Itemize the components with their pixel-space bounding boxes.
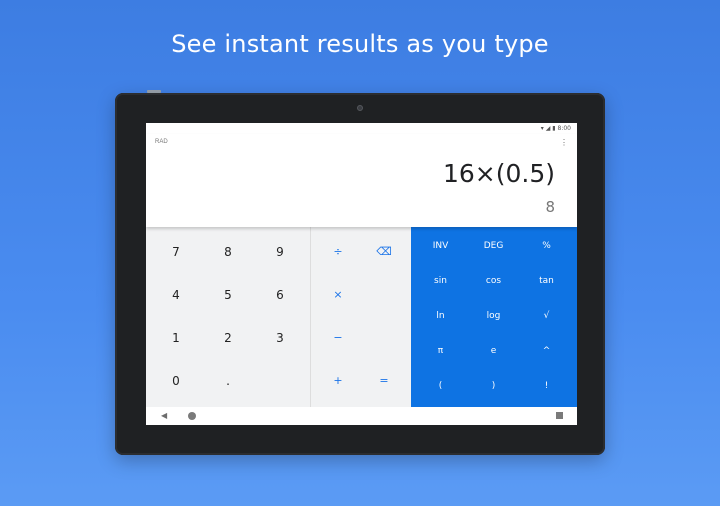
key-0[interactable]: 0 [149,359,203,402]
tablet-frame: ▾ ◢ ▮ 8:00 RAD ⋮ 16×(0.5) 8 7 8 9 4 5 6 … [115,93,605,455]
home-icon[interactable] [188,412,196,420]
camera-icon [357,105,363,111]
divide-button[interactable]: ÷ [313,230,363,273]
deg-button[interactable]: DEG [467,228,520,263]
sqrt-button[interactable]: √ [520,298,573,333]
key-decimal[interactable]: . [201,359,255,402]
tan-button[interactable]: tan [520,263,573,298]
cos-button[interactable]: cos [467,263,520,298]
navigation-bar: ◀ [146,407,577,425]
pi-button[interactable]: π [414,333,467,368]
status-bar: ▾ ◢ ▮ 8:00 [146,123,577,134]
key-5[interactable]: 5 [201,273,255,316]
signal-icon: ◢ [545,125,551,132]
factorial-button[interactable]: ! [520,368,573,403]
key-9[interactable]: 9 [253,230,307,273]
key-2[interactable]: 2 [201,316,255,359]
e-button[interactable]: e [467,333,520,368]
inv-button[interactable]: INV [414,228,467,263]
expression-field[interactable]: 16×(0.5) [443,159,555,188]
status-time: 8:00 [557,125,571,132]
key-7[interactable]: 7 [149,230,203,273]
keypad: 7 8 9 4 5 6 1 2 3 0 . ÷ ⌫ × − + = INV DE… [146,227,577,407]
wifi-icon: ▾ [540,125,544,132]
ln-button[interactable]: ln [414,298,467,333]
operator-pad: ÷ ⌫ × − + = [310,227,411,407]
battery-icon: ▮ [552,125,556,132]
equals-button[interactable]: = [359,359,409,402]
result-preview: 8 [545,198,555,216]
status-icons: ▾ ◢ ▮ 8:00 [541,125,571,132]
headline: See instant results as you type [171,30,549,58]
calculator-screen: ▾ ◢ ▮ 8:00 RAD ⋮ 16×(0.5) 8 7 8 9 4 5 6 … [146,123,577,425]
plus-button[interactable]: + [313,359,363,402]
key-6[interactable]: 6 [253,273,307,316]
key-3[interactable]: 3 [253,316,307,359]
sin-button[interactable]: sin [414,263,467,298]
minus-button[interactable]: − [313,316,363,359]
key-4[interactable]: 4 [149,273,203,316]
display-panel: RAD ⋮ 16×(0.5) 8 [146,134,577,227]
right-paren-button[interactable]: ) [467,368,520,403]
log-button[interactable]: log [467,298,520,333]
backspace-icon[interactable]: ⌫ [359,230,409,273]
recents-icon[interactable] [556,412,563,419]
back-icon[interactable]: ◀ [161,411,167,420]
advanced-pad: INV DEG % sin cos tan ln log √ π e ^ ( )… [411,227,577,407]
power-button[interactable]: ^ [520,333,573,368]
multiply-button[interactable]: × [313,273,363,316]
numeric-pad: 7 8 9 4 5 6 1 2 3 0 . [146,227,310,407]
percent-button[interactable]: % [520,228,573,263]
key-1[interactable]: 1 [149,316,203,359]
angle-mode-indicator: RAD [155,139,168,145]
left-paren-button[interactable]: ( [414,368,467,403]
key-8[interactable]: 8 [201,230,255,273]
overflow-menu-icon[interactable]: ⋮ [560,138,568,147]
